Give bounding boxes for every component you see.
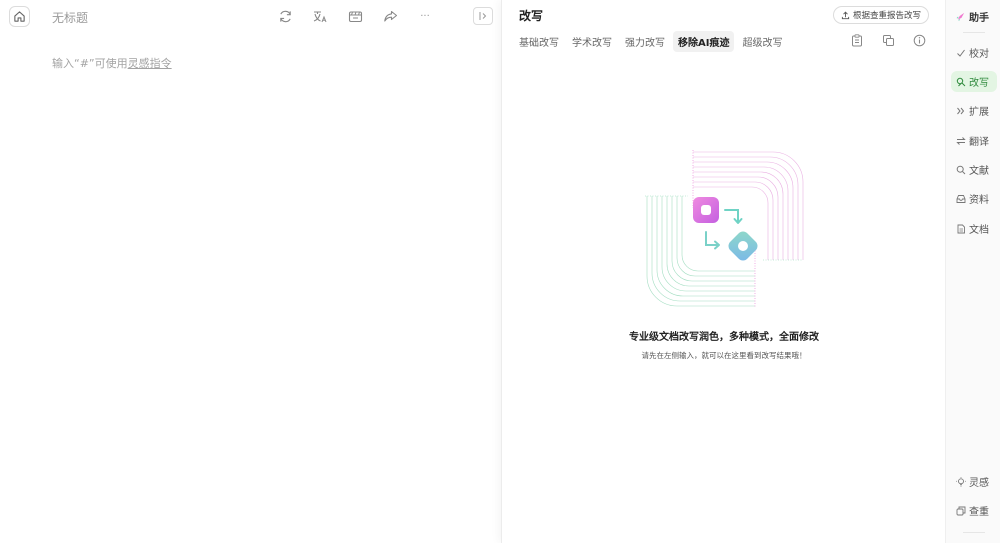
- info-icon[interactable]: [912, 33, 926, 47]
- tool-sidebar: 助手 校对 改写 扩展 翻译 文献 资料 文档 灵感 查重: [945, 0, 1000, 543]
- translate-icon[interactable]: [311, 7, 329, 25]
- refresh-icon[interactable]: [276, 7, 294, 25]
- sidebar-item-label: 查重: [969, 507, 989, 518]
- expand-icon: [956, 106, 966, 116]
- sidebar-item-label: 翻译: [969, 137, 989, 148]
- sidebar-item-label: 校对: [969, 49, 989, 60]
- sidebar-item-plagiarism-check[interactable]: 查重: [951, 500, 997, 521]
- sidebar-item-label: 改写: [969, 78, 989, 89]
- duplicate-icon: [956, 506, 966, 516]
- hint-text: 输入“#”可使用: [52, 57, 128, 70]
- sidebar-item-assistant[interactable]: 助手: [951, 6, 997, 27]
- sidebar-item-materials[interactable]: 资料: [951, 188, 997, 209]
- app-window: 无标题 ··· 输入“#”可使用灵感指令 改写 根据查重报告改写 基础改写 学术…: [0, 0, 1000, 543]
- panel-actions: [850, 33, 926, 47]
- more-icon[interactable]: ···: [416, 7, 434, 25]
- clipboard-icon[interactable]: [850, 33, 864, 47]
- editor-toolbar: ···: [276, 7, 434, 25]
- copy-icon[interactable]: [881, 33, 895, 47]
- tab-academic-rewrite[interactable]: 学术改写: [567, 31, 617, 52]
- editor-placeholder-hint[interactable]: 输入“#”可使用灵感指令: [52, 55, 172, 71]
- sidebar-item-label: 灵感: [969, 478, 989, 489]
- bulb-icon: [956, 476, 966, 487]
- sidebar-item-label: 扩展: [969, 107, 989, 118]
- rewrite-by-report-button[interactable]: 根据查重报告改写: [833, 6, 930, 24]
- sidebar-item-label: 文档: [969, 225, 989, 236]
- sidebar-item-label: 助手: [969, 13, 989, 24]
- home-icon: [14, 11, 25, 22]
- sidebar-divider: [963, 532, 985, 533]
- rewrite-illustration: [645, 150, 804, 308]
- sidebar-item-proofread[interactable]: 校对: [951, 42, 997, 63]
- empty-state-subtitle: 请先在左侧输入，就可以在这里看到改写结果哦！: [641, 351, 807, 360]
- collapse-icon: [479, 12, 486, 20]
- sidebar-item-rewrite[interactable]: 改写: [951, 71, 997, 92]
- collapse-panel-button[interactable]: [473, 7, 493, 25]
- sidebar-item-expand[interactable]: 扩展: [951, 100, 997, 121]
- sidebar-item-documents[interactable]: 文档: [951, 218, 997, 239]
- sidebar-item-literature[interactable]: 文献: [951, 159, 997, 180]
- document-icon: [956, 224, 966, 234]
- empty-state-title: 专业级文档改写润色，多种模式，全面修改: [629, 332, 819, 343]
- sidebar-item-label: 资料: [969, 195, 989, 206]
- editor-pane: 无标题 ··· 输入“#”可使用灵感指令: [0, 0, 500, 543]
- rocket-icon: [956, 12, 966, 22]
- sidebar-item-label: 文献: [969, 166, 989, 177]
- report-button-label: 根据查重报告改写: [853, 11, 922, 21]
- sidebar-item-inspiration[interactable]: 灵感: [951, 471, 997, 492]
- tab-strong-rewrite[interactable]: 强力改写: [620, 31, 670, 52]
- rewrite-panel: 改写 根据查重报告改写 基础改写 学术改写 强力改写 移除AI痕迹 超级改写 专…: [501, 0, 945, 543]
- home-button[interactable]: [9, 6, 30, 27]
- tab-super-rewrite[interactable]: 超级改写: [737, 31, 787, 52]
- tab-remove-ai-traces[interactable]: 移除AI痕迹: [673, 31, 735, 52]
- share-icon[interactable]: [381, 7, 399, 25]
- sidebar-item-translate[interactable]: 翻译: [951, 130, 997, 151]
- tab-basic-rewrite[interactable]: 基础改写: [514, 31, 564, 52]
- rewrite-mode-tabs: 基础改写 学术改写 强力改写 移除AI痕迹 超级改写: [514, 31, 787, 52]
- inbox-icon: [956, 194, 966, 204]
- search-icon: [956, 165, 966, 175]
- clapper-icon[interactable]: [346, 7, 364, 25]
- document-title[interactable]: 无标题: [52, 9, 88, 26]
- inspiration-command-link[interactable]: 灵感指令: [128, 57, 172, 70]
- check-icon: [956, 48, 966, 58]
- upload-icon: [841, 11, 850, 19]
- rewrite-icon: [956, 77, 966, 87]
- sidebar-divider: [963, 32, 985, 33]
- panel-title: 改写: [519, 9, 544, 23]
- swap-icon: [956, 136, 966, 146]
